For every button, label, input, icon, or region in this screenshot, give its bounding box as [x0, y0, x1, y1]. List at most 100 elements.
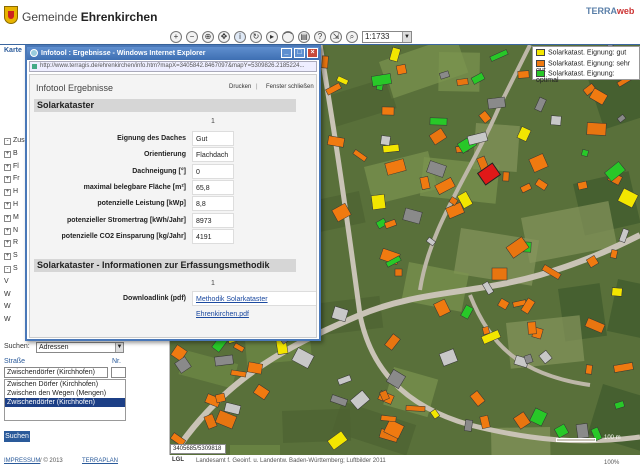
terraplan-link[interactable]: TERRAPLAN: [82, 458, 118, 464]
expand-icon[interactable]: +: [4, 202, 11, 209]
terraweb-logo[interactable]: TERRAweb: [586, 6, 634, 16]
street-input[interactable]: Zwischendörfer (Kirchhofen): [4, 367, 108, 378]
select-icon[interactable]: ▸: [266, 31, 278, 43]
legend-item: Solarkatast. Eignung: optimal: [536, 70, 639, 84]
tree-item[interactable]: + H: [4, 188, 18, 198]
print-link[interactable]: Drucken: [229, 84, 251, 90]
expand-icon[interactable]: +: [4, 240, 11, 248]
coordinate-readout: 3405685/5309818: [170, 444, 226, 454]
minimize-icon[interactable]: _: [281, 48, 292, 58]
expand-icon[interactable]: +: [4, 189, 11, 197]
page-title: Gemeinde Ehrenkirchen: [22, 10, 158, 24]
tree-item-label: B: [13, 149, 18, 157]
tree-item-label: H: [13, 201, 19, 208]
table-row: Eignung des Daches Gut: [34, 131, 296, 147]
tree-item-label: Fr: [13, 175, 20, 183]
app-header: Gemeinde Ehrenkirchen TERRAweb: [0, 0, 640, 30]
tree-item-label: W: [4, 316, 11, 324]
measure-icon[interactable]: ⌒: [282, 31, 294, 43]
pan-icon[interactable]: ✥: [218, 31, 230, 43]
attribute-label: Eignung des Daches: [117, 135, 186, 142]
download-label: Downloadlink (pdf): [123, 295, 186, 302]
tree-item-label: S: [13, 252, 18, 260]
attribute-label: potenzieller Stromertrag [kWh/Jahr]: [66, 216, 186, 224]
export-icon[interactable]: ⇲: [330, 31, 342, 43]
expand-icon[interactable]: +: [4, 214, 11, 222]
attribute-value: 8,8: [192, 196, 234, 212]
number-label: Nr.: [112, 358, 121, 365]
attribute-value: 65,8: [192, 179, 234, 195]
tree-item[interactable]: + Fr: [4, 175, 20, 185]
table-row: Orientierung Flachdach: [34, 147, 296, 163]
attribute-label: maximal belegbare Fläche [m²]: [83, 183, 186, 191]
tree-item[interactable]: + B: [4, 150, 18, 160]
impressum-link[interactable]: IMPRESSUM: [4, 458, 40, 464]
close-window-link[interactable]: Fenster schließen: [266, 84, 314, 90]
address-bar[interactable]: http://www.terragis.de/ehrenkirchen/info…: [29, 61, 317, 72]
tree-item-label: Fl: [13, 162, 19, 170]
refresh-icon[interactable]: ↻: [250, 31, 262, 43]
help-icon[interactable]: ?: [314, 31, 326, 43]
house-number-input[interactable]: [111, 367, 126, 378]
list-item[interactable]: Zwischendörfer (Kirchhofen): [5, 398, 125, 407]
coat-of-arms-logo: [4, 6, 18, 24]
tree-item[interactable]: + R: [4, 239, 18, 249]
search-type-select[interactable]: Adressen ▼: [36, 342, 124, 353]
legend-item: Solarkatast. Eignung: sehr gut: [536, 59, 639, 74]
download-link[interactable]: Methodik Solarkataster Ehrenkirchen.pdf: [192, 291, 316, 318]
tree-item-label: S: [13, 265, 18, 272]
tree-item-label: H: [13, 188, 19, 196]
table-row: Downloadlink (pdf) Methodik Solarkataste…: [34, 291, 316, 318]
search-button[interactable]: Suchen: [4, 431, 30, 442]
tree-item[interactable]: + M: [4, 214, 19, 224]
tree-item[interactable]: -S: [4, 265, 18, 275]
tree-item-label: R: [13, 239, 19, 247]
legend-swatch: [536, 59, 545, 67]
tree-item[interactable]: W: [4, 291, 11, 301]
expand-icon[interactable]: +: [4, 176, 11, 184]
tree-item[interactable]: + Fl: [4, 163, 19, 173]
result-index: 1: [211, 280, 215, 287]
attribute-label: Dachneigung [°]: [132, 167, 186, 175]
tree-item[interactable]: + S: [4, 252, 18, 262]
attribute-value: 8973: [192, 212, 234, 228]
window-titlebar[interactable]: Infotool : Ergebnisse - Windows Internet…: [27, 47, 319, 60]
attribute-value: 0: [192, 163, 234, 179]
full-extent-icon[interactable]: ⊕: [202, 31, 214, 43]
zoom-out-icon[interactable]: −: [186, 31, 198, 43]
tree-item[interactable]: + H: [4, 201, 18, 211]
expand-icon[interactable]: +: [4, 227, 11, 235]
print-icon[interactable]: ▤: [298, 31, 310, 43]
search-label: Suchen:: [4, 343, 30, 350]
street-label: Straße: [4, 358, 26, 365]
table-row: potenzielle CO2 Einsparung [kg/Jahr] 4191: [34, 228, 296, 245]
collapse-icon[interactable]: -: [4, 138, 11, 145]
section-solarkataster: Solarkataster: [34, 99, 296, 112]
maximize-icon[interactable]: □: [294, 48, 305, 58]
tree-item[interactable]: W: [4, 303, 11, 313]
tree-item[interactable]: V: [4, 278, 9, 288]
chevron-down-icon: ▼: [402, 32, 411, 42]
info-icon[interactable]: i: [234, 31, 246, 43]
expand-icon[interactable]: +: [4, 150, 11, 158]
search-icon[interactable]: ⌕: [346, 31, 358, 43]
zoom-in-icon[interactable]: +: [170, 31, 182, 43]
scale-bar-label: 100 m: [604, 435, 621, 441]
lgl-logo: LGL: [172, 457, 184, 463]
expand-icon[interactable]: +: [4, 163, 11, 171]
list-item[interactable]: Zwischen Dörfer (Kirchhofen): [5, 380, 125, 389]
map-legend: Solarkatast. Eignung: gut Solarkatast. Ei…: [532, 46, 640, 84]
zoom-level: 100%: [604, 460, 620, 466]
link-separator: |: [256, 84, 258, 90]
collapse-icon[interactable]: -: [4, 266, 11, 273]
tree-item-label: W: [4, 303, 11, 311]
attribute-label: Orientierung: [143, 151, 186, 159]
scale-select[interactable]: 1:1733 ▼: [362, 31, 412, 43]
expand-icon[interactable]: +: [4, 253, 11, 261]
tree-item-label: M: [13, 213, 19, 221]
list-item[interactable]: Zwischen den Wegen (Mengen): [5, 389, 125, 398]
tree-item[interactable]: + N: [4, 227, 18, 237]
close-icon[interactable]: ×: [307, 48, 318, 58]
tree-item[interactable]: W: [4, 316, 11, 326]
attribute-value: 4191: [192, 228, 234, 244]
